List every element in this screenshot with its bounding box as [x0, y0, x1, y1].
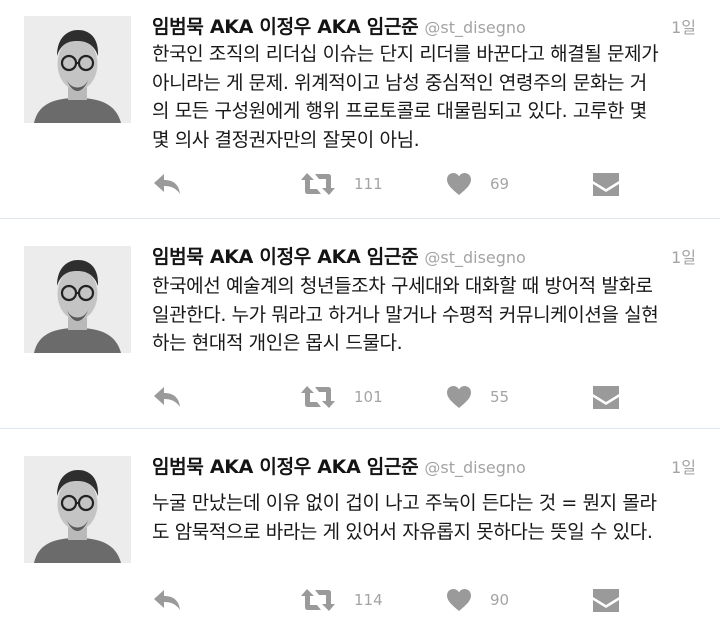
heart-icon — [447, 386, 471, 408]
direct-message-icon — [593, 173, 619, 196]
retweet-count: 114 — [354, 591, 383, 609]
tweet-text-line: 아니라는 게 문제. 위계적이고 남성 중심적인 연령주의 문화는 거 — [152, 71, 647, 94]
like-button[interactable]: 69 — [446, 169, 509, 199]
tweet-text: 누굴 만났는데 이유 없이 겁이 나고 주눅이 든다는 것 = 뭔지 몰라 도 … — [152, 489, 700, 546]
avatar[interactable] — [24, 16, 131, 123]
like-button[interactable]: 55 — [446, 382, 509, 412]
direct-message-icon — [593, 589, 619, 612]
like-count: 69 — [490, 175, 510, 193]
tweet-text: 한국인 조직의 리더십 이슈는 단지 리더를 바꾼다고 해결될 문제가 아니라는… — [152, 40, 700, 154]
author-name[interactable]: 임범묵 AKA 이정우 AKA 임근준 — [152, 456, 419, 478]
tweet-text-line: 한국인 조직의 리더십 이슈는 단지 리더를 바꾼다고 해결될 문제가 — [152, 43, 659, 65]
avatar[interactable] — [24, 246, 131, 353]
heart-icon — [447, 589, 471, 611]
tweet-actions: 101 55 — [152, 382, 632, 412]
tweet-text-line: 한국에선 예술계의 청년들조차 구세대와 대화할 때 방어적 발화로 — [152, 275, 653, 297]
like-count: 55 — [490, 388, 510, 406]
like-count: 90 — [490, 591, 510, 609]
like-button[interactable]: 90 — [446, 585, 509, 615]
retweet-button[interactable]: 101 — [300, 382, 383, 412]
tweet-time[interactable]: 1일 — [671, 14, 696, 38]
tweet-text-line: 하는 현대적 개인은 몹시 드물다. — [152, 332, 403, 354]
tweet-header: 임범묵 AKA 이정우 AKA 임근준 @st_disegno 1일 — [152, 452, 696, 480]
retweet-button[interactable]: 111 — [300, 169, 383, 199]
tweet-time[interactable]: 1일 — [671, 454, 696, 478]
heart-icon — [447, 173, 471, 195]
tweet-text-line: 일관한다. 누가 뭐라고 하거나 말거나 수평적 커뮤니케이션을 실현 — [152, 303, 659, 326]
author-handle[interactable]: @st_disegno — [424, 248, 525, 267]
retweet-icon — [301, 386, 335, 408]
retweet-count: 111 — [354, 175, 383, 193]
tweet-3[interactable]: 임범묵 AKA 이정우 AKA 임근준 @st_disegno 1일 누굴 만났는… — [0, 429, 720, 631]
direct-message-icon — [593, 386, 619, 409]
author-handle[interactable]: @st_disegno — [424, 18, 525, 37]
tweet-text-line: 의 모든 구성원에게 행위 프로토콜로 대물림되고 있다. 고루한 몇 — [152, 100, 647, 122]
tweet-actions: 114 90 — [152, 585, 632, 615]
reply-button[interactable] — [152, 585, 182, 615]
avatar[interactable] — [24, 456, 131, 563]
reply-icon — [154, 590, 180, 610]
author-name[interactable]: 임범묵 AKA 이정우 AKA 임근준 — [152, 16, 419, 38]
retweet-button[interactable]: 114 — [300, 585, 383, 615]
direct-message-button[interactable] — [592, 585, 620, 615]
tweet-time[interactable]: 1일 — [671, 244, 696, 268]
direct-message-button[interactable] — [592, 382, 620, 412]
retweet-count: 101 — [354, 388, 383, 406]
reply-icon — [154, 174, 180, 194]
author-handle[interactable]: @st_disegno — [424, 458, 525, 477]
retweet-icon — [301, 589, 335, 611]
tweet-1[interactable]: 임범묵 AKA 이정우 AKA 임근준 @st_disegno 1일 한국인 조직… — [0, 0, 720, 218]
tweet-text-line: 몇 의사 결정권자만의 잘못이 아님. — [152, 128, 420, 151]
profile-photo — [24, 16, 131, 123]
reply-icon — [154, 387, 180, 407]
tweet-header: 임범묵 AKA 이정우 AKA 임근준 @st_disegno 1일 — [152, 12, 696, 40]
profile-photo — [24, 246, 131, 353]
tweet-2[interactable]: 임범묵 AKA 이정우 AKA 임근준 @st_disegno 1일 한국에선 예… — [0, 219, 720, 428]
tweet-text-line: 도 암묵적으로 바라는 게 있어서 자유롭지 못하다는 뜻일 수 있다. — [152, 520, 653, 543]
tweet-header: 임범묵 AKA 이정우 AKA 임근준 @st_disegno 1일 — [152, 242, 696, 270]
tweet-actions: 111 69 — [152, 169, 632, 199]
direct-message-button[interactable] — [592, 169, 620, 199]
reply-button[interactable] — [152, 169, 182, 199]
profile-photo — [24, 456, 131, 563]
retweet-icon — [301, 173, 335, 195]
tweet-text: 한국에선 예술계의 청년들조차 구세대와 대화할 때 방어적 발화로 일관한다.… — [152, 272, 700, 358]
author-name[interactable]: 임범묵 AKA 이정우 AKA 임근준 — [152, 246, 419, 268]
tweet-text-line: 누굴 만났는데 이유 없이 겁이 나고 주눅이 든다는 것 = 뭔지 몰라 — [152, 492, 657, 514]
reply-button[interactable] — [152, 382, 182, 412]
